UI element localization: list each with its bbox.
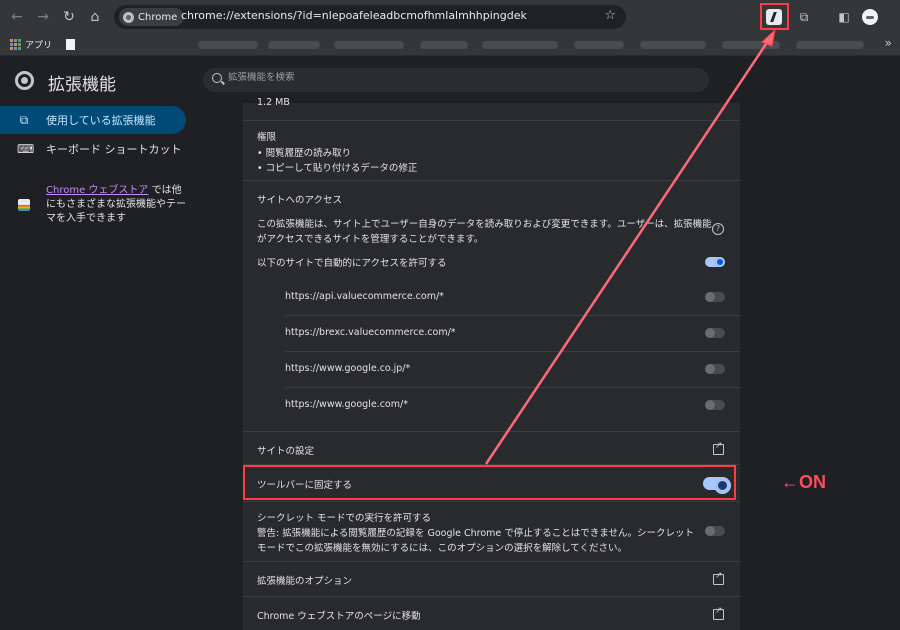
divider — [243, 120, 740, 121]
address-bar[interactable]: Chrome chrome://extensions/?id=nlepoafel… — [114, 5, 626, 29]
blurred-bookmark[interactable] — [198, 41, 258, 49]
back-icon[interactable]: ← — [8, 8, 26, 26]
site-toggle[interactable] — [705, 364, 725, 374]
divider — [243, 180, 740, 181]
site-access-description: がアクセスできるサイトを管理することができます。 — [257, 234, 484, 245]
extensions-header: 拡張機能 — [0, 57, 900, 103]
site-toggle[interactable] — [705, 400, 725, 410]
auto-allow-label: 以下のサイトで自動的にアクセスを許可する — [257, 258, 447, 269]
extensions-puzzle-icon[interactable]: ⧉ — [795, 8, 813, 26]
extension-size: 1.2 MB — [257, 97, 290, 108]
on-annotation-label: ←ON — [781, 472, 826, 492]
home-icon[interactable]: ⌂ — [86, 8, 104, 26]
profile-avatar[interactable] — [862, 9, 878, 25]
open-in-new-icon[interactable] — [713, 571, 724, 585]
pinned-extension-highlight — [760, 3, 789, 30]
blurred-bookmark[interactable] — [268, 41, 320, 49]
extension-options-link[interactable]: 拡張機能のオプション — [257, 573, 352, 587]
auto-allow-toggle[interactable] — [705, 257, 725, 267]
incognito-warning: 警告: 拡張機能による閲覧履歴の記録を Google Chrome で停止するこ… — [257, 528, 694, 539]
blurred-bookmark[interactable] — [482, 41, 558, 49]
search-input[interactable] — [228, 72, 688, 83]
blurred-bookmark[interactable] — [722, 41, 780, 49]
site-settings-link[interactable]: サイトの設定 — [257, 443, 314, 457]
blurred-bookmark[interactable] — [420, 41, 468, 49]
side-panel-icon[interactable]: ◧ — [835, 8, 853, 26]
web-store-link[interactable]: Chrome ウェブストア — [46, 185, 148, 196]
bookmark-doc-icon[interactable] — [66, 39, 75, 50]
sidebar-item-my-extensions[interactable]: ⧉ 使用している拡張機能 — [0, 106, 186, 134]
site-toggle[interactable] — [705, 292, 725, 302]
open-in-new-icon[interactable] — [713, 606, 724, 620]
more-bookmarks-icon[interactable]: » — [885, 36, 892, 50]
chrome-logo-icon — [15, 71, 34, 90]
open-in-new-icon[interactable] — [713, 441, 724, 455]
browser-toolbar: ← → ↻ ⌂ Chrome chrome://extensions/?id=n… — [0, 0, 900, 34]
puzzle-icon: ⧉ — [19, 112, 29, 127]
chrome-icon — [123, 11, 134, 23]
search-icon — [212, 73, 222, 83]
bookmark-star-icon[interactable]: ☆ — [604, 8, 616, 23]
site-chip-label: Chrome — [138, 11, 178, 23]
permissions-title: 権限 — [257, 132, 277, 143]
blurred-bookmark[interactable] — [574, 41, 624, 49]
url-text[interactable]: chrome://extensions/?id=nlepoafeleadbcmo… — [181, 9, 527, 22]
blurred-bookmark[interactable] — [640, 41, 706, 49]
page-title: 拡張機能 — [48, 75, 116, 95]
sidebar-item-keyboard-shortcuts[interactable]: ⌨ キーボード ショートカット — [0, 135, 186, 163]
help-icon[interactable]: ? — [712, 223, 724, 235]
reload-icon[interactable]: ↻ — [60, 8, 78, 26]
site-url: https://brexc.valuecommerce.com/* — [285, 327, 456, 338]
sidebar-item-label: 使用している拡張機能 — [46, 114, 156, 127]
divider — [243, 561, 740, 562]
promo-text: Chrome ウェブストア では他にもさまざまな拡張機能やテーマを入手できます — [46, 184, 188, 226]
site-url: https://api.valuecommerce.com/* — [285, 291, 444, 302]
divider — [243, 596, 740, 597]
site-url: https://www.google.com/* — [285, 399, 408, 410]
site-chip[interactable]: Chrome — [119, 8, 185, 26]
divider — [243, 501, 740, 502]
keyboard-icon: ⌨ — [17, 142, 35, 156]
extension-details-card: 1.2 MB 権限 • 閲覧履歴の読み取り • コピーして貼り付けるデータの修正… — [243, 97, 740, 630]
search-box[interactable] — [203, 68, 709, 92]
apps-bookmark[interactable]: アプリ — [25, 38, 52, 51]
incognito-warning: モードでこの拡張機能を無効にするには、このオプションの選択を解除してください。 — [257, 543, 628, 554]
permission-item: • 閲覧履歴の読み取り — [257, 148, 352, 159]
site-url: https://www.google.co.jp/* — [285, 363, 411, 374]
web-store-page-link[interactable]: Chrome ウェブストアのページに移動 — [257, 608, 421, 622]
divider — [243, 431, 740, 432]
bookmarks-bar: アプリ » — [0, 34, 900, 56]
blurred-bookmark[interactable] — [796, 41, 864, 49]
blurred-bookmark[interactable] — [334, 41, 404, 49]
divider — [285, 315, 740, 316]
web-store-icon — [18, 199, 30, 211]
divider — [285, 387, 740, 388]
site-access-description: この拡張機能は、サイト上でユーザー自身のデータを読み取りおよび変更できます。ユー… — [257, 219, 712, 230]
permission-item: • コピーして貼り付けるデータの修正 — [257, 163, 418, 174]
sidebar-item-label: キーボード ショートカット — [46, 143, 182, 156]
apps-grid-icon[interactable] — [10, 39, 21, 50]
incognito-toggle[interactable] — [705, 526, 725, 536]
divider — [285, 351, 740, 352]
forward-icon[interactable]: → — [34, 8, 52, 26]
site-access-title: サイトへのアクセス — [257, 195, 343, 206]
incognito-title: シークレット モードでの実行を許可する — [257, 513, 432, 524]
pin-toggle-highlight — [243, 465, 736, 500]
site-toggle[interactable] — [705, 328, 725, 338]
